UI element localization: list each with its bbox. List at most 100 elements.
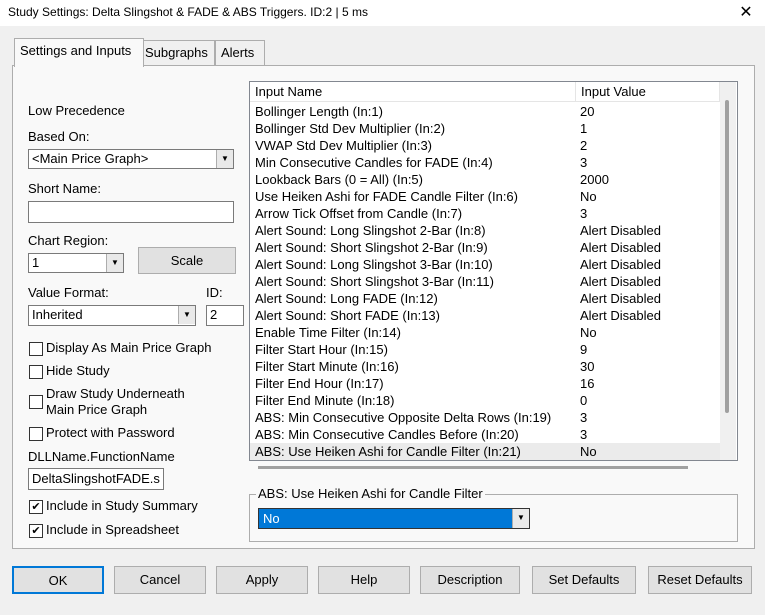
input-value-cell[interactable]: No — [580, 324, 720, 341]
input-value-cell[interactable]: 3 — [580, 205, 720, 222]
hide-study-checkbox[interactable] — [29, 365, 43, 379]
hide-study-label: Hide Study — [46, 363, 110, 378]
include-summary-checkbox[interactable]: ✔ — [29, 500, 43, 514]
tab-subgraphs[interactable]: Subgraphs — [139, 40, 215, 65]
input-value-cell[interactable]: 2 — [580, 137, 720, 154]
vertical-scrollbar[interactable] — [720, 82, 736, 460]
table-row[interactable]: Alert Sound: Short FADE (In:13) Alert Dis… — [250, 307, 720, 324]
input-value-cell[interactable]: Alert Disabled — [580, 222, 720, 239]
table-row[interactable]: Filter End Hour (In:17) 16 — [250, 375, 720, 392]
chevron-down-icon[interactable]: ▼ — [512, 509, 529, 528]
include-spreadsheet-checkbox[interactable]: ✔ — [29, 524, 43, 538]
table-row[interactable]: Filter End Minute (In:18) 0 — [250, 392, 720, 409]
include-summary-label: Include in Study Summary — [46, 498, 198, 513]
scroll-thumb[interactable] — [725, 100, 729, 413]
horizontal-scrollbar[interactable] — [250, 460, 720, 469]
table-row[interactable]: Arrow Tick Offset from Candle (In:7) 3 — [250, 205, 720, 222]
based-on-label: Based On: — [28, 129, 90, 144]
chevron-down-icon[interactable]: ▼ — [106, 254, 123, 272]
chevron-down-icon[interactable]: ▼ — [178, 306, 195, 324]
based-on-select[interactable]: <Main Price Graph> ▼ — [28, 149, 234, 169]
table-row[interactable]: Alert Sound: Short Slingshot 3-Bar (In:1… — [250, 273, 720, 290]
id-label: ID: — [206, 285, 223, 300]
input-value-cell[interactable]: Alert Disabled — [580, 307, 720, 324]
close-icon[interactable]: ✕ — [727, 0, 765, 26]
input-name-cell: Filter End Minute (In:18) — [255, 393, 395, 408]
input-value-cell[interactable]: 2000 — [580, 171, 720, 188]
input-value-cell[interactable]: 0 — [580, 392, 720, 409]
input-name-cell: ABS: Min Consecutive Opposite Delta Rows… — [255, 410, 552, 425]
table-row[interactable]: Use Heiken Ashi for FADE Candle Filter (… — [250, 188, 720, 205]
input-value-select[interactable]: No ▼ — [258, 508, 530, 529]
value-format-label: Value Format: — [28, 285, 109, 300]
input-editor-title: ABS: Use Heiken Ashi for Candle Filter — [256, 486, 485, 501]
table-row[interactable]: Lookback Bars (0 = All) (In:5) 2000 — [250, 171, 720, 188]
chart-region-select[interactable]: 1 ▼ — [28, 253, 124, 273]
table-row[interactable]: ABS: Min Consecutive Opposite Delta Rows… — [250, 409, 720, 426]
help-button[interactable]: Help — [318, 566, 410, 594]
input-value-cell[interactable]: 9 — [580, 341, 720, 358]
table-row[interactable]: Enable Time Filter (In:14) No — [250, 324, 720, 341]
draw-underneath-checkbox[interactable] — [29, 395, 43, 409]
dll-name-field[interactable]: DeltaSlingshotFADE.s — [28, 468, 164, 490]
scale-button[interactable]: Scale — [138, 247, 236, 274]
table-row[interactable]: ABS: Min Consecutive Candles Before (In:… — [250, 426, 720, 443]
input-name-cell: VWAP Std Dev Multiplier (In:3) — [255, 138, 432, 153]
table-row[interactable]: Bollinger Std Dev Multiplier (In:2) 1 — [250, 120, 720, 137]
include-spreadsheet-label: Include in Spreadsheet — [46, 522, 179, 537]
input-name-cell: Alert Sound: Short Slingshot 3-Bar (In:1… — [255, 274, 494, 289]
input-value-cell[interactable]: Alert Disabled — [580, 256, 720, 273]
ok-button[interactable]: OK — [12, 566, 104, 594]
inputs-grid: Input Name Input Value Bollinger Length … — [249, 81, 738, 469]
protect-password-checkbox[interactable] — [29, 427, 43, 441]
input-value-cell[interactable]: 3 — [580, 154, 720, 171]
table-row[interactable]: Bollinger Length (In:1) 20 — [250, 103, 720, 120]
input-value-cell[interactable]: Alert Disabled — [580, 290, 720, 307]
input-name-cell: Lookback Bars (0 = All) (In:5) — [255, 172, 423, 187]
input-value-cell[interactable]: 20 — [580, 103, 720, 120]
table-row[interactable]: Alert Sound: Long Slingshot 2-Bar (In:8)… — [250, 222, 720, 239]
set-defaults-button[interactable]: Set Defaults — [532, 566, 636, 594]
column-header-input-name[interactable]: Input Name — [250, 82, 576, 102]
input-value-cell[interactable]: 30 — [580, 358, 720, 375]
value-format-value: Inherited — [32, 307, 83, 322]
id-input[interactable]: 2 — [206, 305, 244, 326]
short-name-label: Short Name: — [28, 181, 101, 196]
table-row[interactable]: VWAP Std Dev Multiplier (In:3) 2 — [250, 137, 720, 154]
input-value-cell[interactable]: Alert Disabled — [580, 273, 720, 290]
description-button[interactable]: Description — [420, 566, 520, 594]
input-name-cell: Alert Sound: Short Slingshot 2-Bar (In:9… — [255, 240, 488, 255]
table-row[interactable]: ABS: Use Heiken Ashi for Candle Filter (… — [250, 443, 720, 460]
table-row[interactable]: Min Consecutive Candles for FADE (In:4) 3 — [250, 154, 720, 171]
chevron-down-icon[interactable]: ▼ — [216, 150, 233, 168]
display-as-main-checkbox[interactable] — [29, 342, 43, 356]
column-header-input-value[interactable]: Input Value — [576, 82, 720, 102]
scroll-thumb[interactable] — [258, 466, 688, 469]
precedence-label: Low Precedence — [28, 103, 125, 118]
input-value-cell[interactable]: Alert Disabled — [580, 239, 720, 256]
input-value-cell[interactable]: No — [580, 443, 720, 460]
input-name-cell: ABS: Use Heiken Ashi for Candle Filter (… — [255, 444, 521, 459]
tab-settings-and-inputs[interactable]: Settings and Inputs — [14, 38, 144, 67]
table-row[interactable]: Alert Sound: Long FADE (In:12) Alert Disa… — [250, 290, 720, 307]
protect-password-label: Protect with Password — [46, 425, 175, 440]
apply-button[interactable]: Apply — [216, 566, 308, 594]
input-value-cell[interactable]: 1 — [580, 120, 720, 137]
reset-defaults-button[interactable]: Reset Defaults — [648, 566, 752, 594]
input-name-cell: Bollinger Length (In:1) — [255, 104, 383, 119]
table-row[interactable]: Filter Start Hour (In:15) 9 — [250, 341, 720, 358]
table-row[interactable]: Alert Sound: Long Slingshot 3-Bar (In:10… — [250, 256, 720, 273]
tab-alerts[interactable]: Alerts — [215, 40, 265, 65]
table-row[interactable]: Alert Sound: Short Slingshot 2-Bar (In:9… — [250, 239, 720, 256]
short-name-input[interactable] — [28, 201, 234, 223]
value-format-select[interactable]: Inherited ▼ — [28, 305, 196, 326]
input-value-cell[interactable]: No — [580, 188, 720, 205]
draw-underneath-label: Draw Study Underneath — [46, 386, 185, 401]
input-value-cell[interactable]: 3 — [580, 409, 720, 426]
cancel-button[interactable]: Cancel — [114, 566, 206, 594]
input-value-cell[interactable]: 16 — [580, 375, 720, 392]
input-value-cell[interactable]: 3 — [580, 426, 720, 443]
input-name-cell: ABS: Min Consecutive Candles Before (In:… — [255, 427, 519, 442]
input-editor-group: ABS: Use Heiken Ashi for Candle Filter N… — [249, 486, 738, 542]
table-row[interactable]: Filter Start Minute (In:16) 30 — [250, 358, 720, 375]
